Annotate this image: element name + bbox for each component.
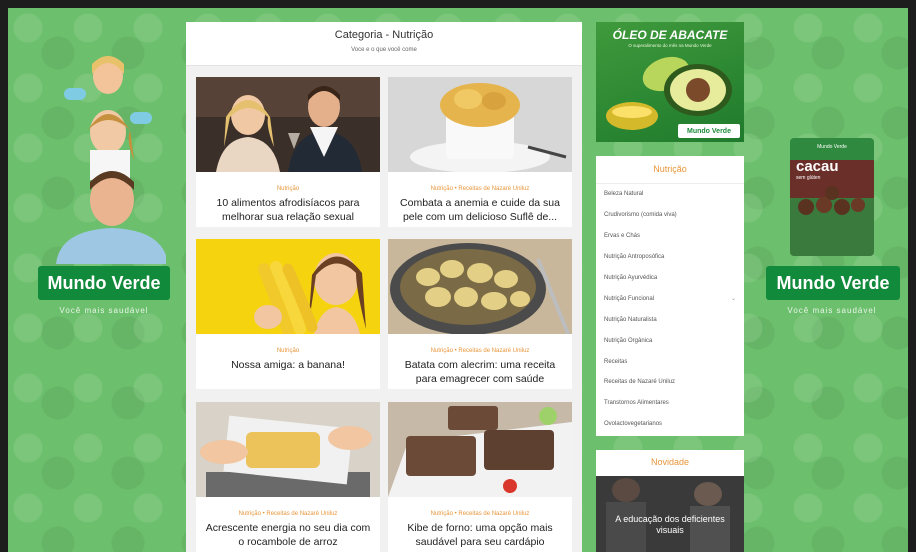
left-banner-ad[interactable]: Mundo Verde Você mais saudável <box>38 50 170 320</box>
category-content: Categoria - Nutrição Voce e o que você c… <box>186 22 582 552</box>
subcategory-item[interactable]: Ovolactovegetarianos <box>604 414 736 435</box>
subcategory-item[interactable]: Crudivorismo (comida viva) <box>604 205 736 226</box>
subcategory-item[interactable]: Ervas e Chás <box>604 226 736 247</box>
post-category-tag[interactable]: Nutrição <box>196 186 380 194</box>
post-thumbnail-banana <box>196 239 380 337</box>
post-thumbnail-kibe <box>388 402 572 497</box>
post-thumbnail-potatoes <box>388 239 572 335</box>
cacau-balls-icon <box>798 186 865 215</box>
subcategory-item[interactable]: Receitas <box>604 351 736 372</box>
subcategory-item[interactable]: Nutrição Ayurvédica <box>604 268 736 289</box>
subcategory-item[interactable]: Beleza Natural <box>604 184 736 205</box>
post-card[interactable]: Nutrição • Receitas de Nazaré Uniluz Bat… <box>388 239 572 389</box>
post-title[interactable]: Nossa amiga: a banana! <box>196 356 380 372</box>
subcategory-panel: Nutrição Beleza Natural Crudivorismo (co… <box>596 156 744 436</box>
product-brand: Mundo Verde <box>817 144 847 150</box>
subcategory-item[interactable]: Nutrição Antroposófica <box>604 247 736 268</box>
subcategory-item[interactable]: Nutrição Funcional ⌄ <box>604 288 736 309</box>
post-card[interactable]: Nutrição 10 alimentos afrodisíacos para … <box>196 77 380 227</box>
post-title[interactable]: Kibe de forno: uma opção mais saudável p… <box>388 519 572 549</box>
subcategory-item[interactable]: Transtornos Alimentares <box>604 393 736 414</box>
category-header: Categoria - Nutrição Voce e o que você c… <box>186 22 582 66</box>
product-name: cacau <box>796 158 839 175</box>
subcategory-item[interactable]: Receitas de Nazaré Uniluz <box>604 372 736 393</box>
post-thumbnail-couple <box>196 77 380 172</box>
post-title[interactable]: Acrescente energia no seu dia com o roca… <box>196 519 380 549</box>
post-category-tag[interactable]: Nutrição • Receitas de Nazaré Uniluz <box>388 348 572 356</box>
cacau-product-image: Mundo Verde cacau sem glúten <box>790 138 874 256</box>
category-subtitle: Voce e o que você come <box>351 47 417 53</box>
post-card[interactable]: Nutrição • Receitas de Nazaré Uniluz Kib… <box>388 402 572 552</box>
novidade-panel: Novidade A educação dos deficientes visu… <box>596 450 744 552</box>
ad-subtitle: O superalimento do mês na Mundo Verde <box>628 43 712 48</box>
ad-brand: Mundo Verde <box>687 127 731 135</box>
post-card[interactable]: Nutrição Nossa amiga: a banana! <box>196 239 380 389</box>
post-thumbnail-rocambole <box>196 402 380 497</box>
subcategory-heading: Nutrição <box>596 156 744 184</box>
subcategory-list: Beleza Natural Crudivorismo (comida viva… <box>596 184 744 435</box>
chevron-down-icon[interactable]: ⌄ <box>731 295 736 302</box>
category-title: Categoria - Nutrição <box>334 29 434 41</box>
right-banner-ad[interactable]: Mundo Verde cacau sem glúten Mundo Verde… <box>766 136 900 406</box>
post-category-tag[interactable]: Nutrição • Receitas de Nazaré Uniluz <box>196 511 380 519</box>
post-card[interactable]: Nutrição • Receitas de Nazaré Uniluz Acr… <box>196 402 380 552</box>
post-title[interactable]: 10 alimentos afrodisíacos para melhorar … <box>196 194 380 224</box>
family-photo <box>56 56 166 264</box>
left-ad-slogan: Você mais saudável <box>59 306 149 315</box>
post-title[interactable]: Batata com alecrim: uma receita para ema… <box>388 356 572 386</box>
post-category-tag[interactable]: Nutrição • Receitas de Nazaré Uniluz <box>388 186 572 194</box>
post-title[interactable]: Combata a anemia e cuide da sua pele com… <box>388 194 572 224</box>
novidade-caption[interactable]: A educação dos deficientes visuais <box>596 514 744 536</box>
post-thumbnail-souffle <box>388 77 572 173</box>
right-ad-brand: Mundo Verde <box>766 266 900 300</box>
novidade-heading: Novidade <box>650 457 690 467</box>
post-category-tag[interactable]: Nutrição • Receitas de Nazaré Uniluz <box>388 511 572 519</box>
right-ad-slogan: Você mais saudável <box>787 306 877 315</box>
ad-title: ÓLEO DE ABACATE <box>612 28 728 42</box>
oleo-de-abacate-ad[interactable]: ÓLEO DE ABACATE O superalimento do mês n… <box>596 22 744 142</box>
post-card[interactable]: Nutrição • Receitas de Nazaré Uniluz Com… <box>388 77 572 227</box>
left-ad-brand: Mundo Verde <box>38 266 170 300</box>
subcategory-item[interactable]: Nutrição Naturalista <box>604 309 736 330</box>
subcategory-item[interactable]: Nutrição Orgânica <box>604 330 736 351</box>
post-category-tag[interactable]: Nutrição <box>196 348 380 356</box>
ad-brand-badge: Mundo Verde <box>678 124 740 138</box>
novidade-image[interactable]: A educação dos deficientes visuais <box>596 476 744 552</box>
